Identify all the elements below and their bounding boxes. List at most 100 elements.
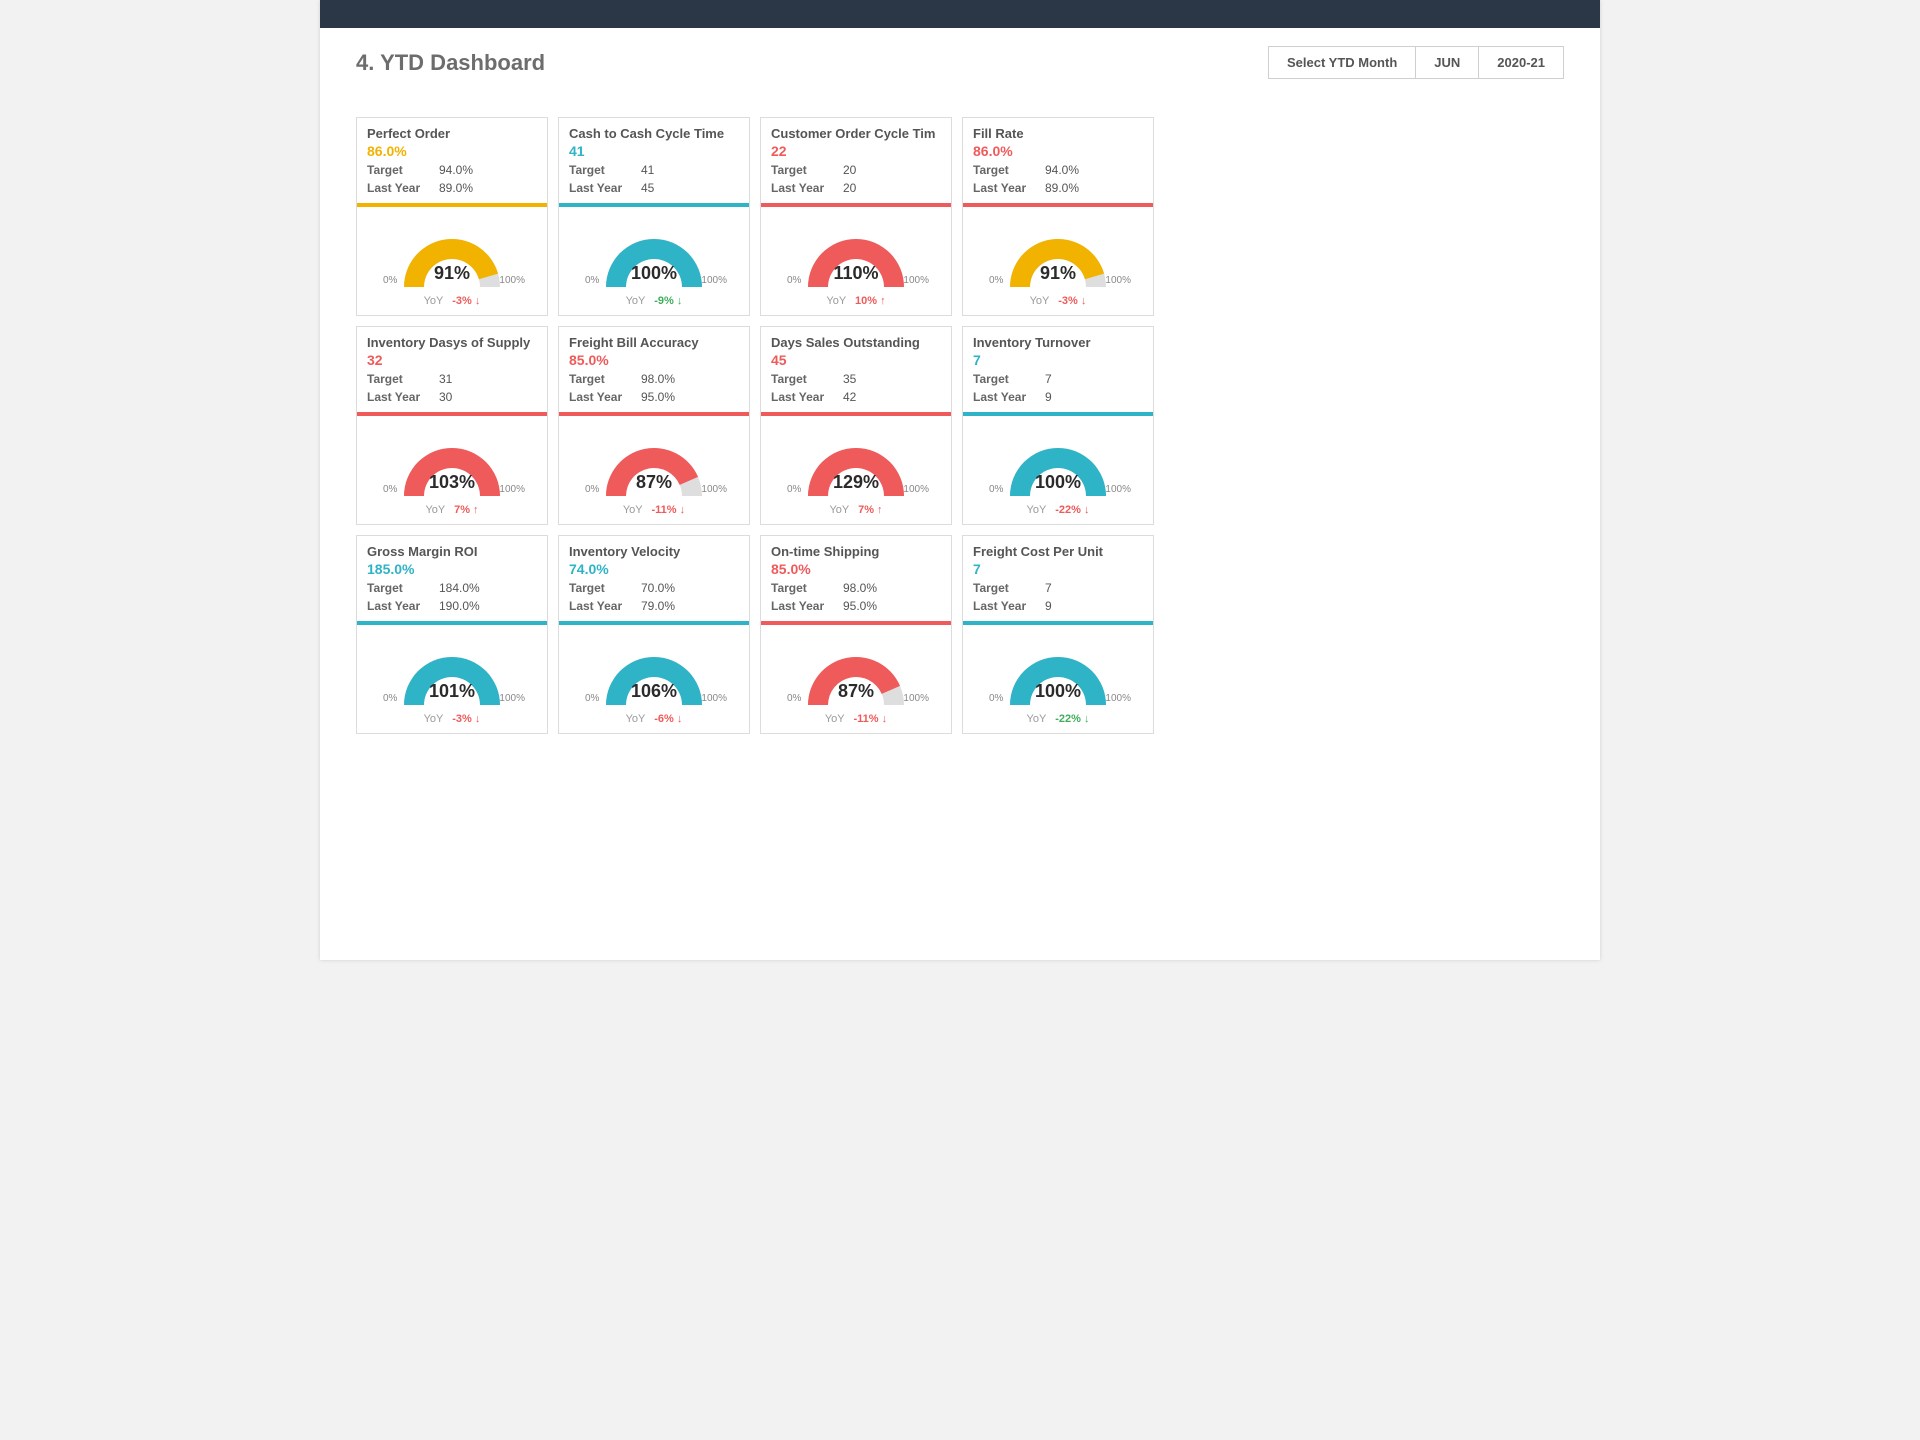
kpi-card-inventory-velocity: Inventory Velocity 74.0% Target 70.0% La… xyxy=(558,535,750,734)
kpi-lastyear-row: Last Year 89.0% xyxy=(367,181,537,195)
gauge-value-label: 101% xyxy=(377,681,527,702)
yoy-delta: -11% ↓ xyxy=(854,713,888,725)
gauge-body: 0% 100% 87% xyxy=(579,426,729,504)
kpi-value: 74.0% xyxy=(569,561,739,577)
gauge-body: 0% 100% 101% xyxy=(377,635,527,713)
kpi-title: On-time Shipping xyxy=(771,544,941,559)
gauge-chart: 0% 100% 91% YoY -3% ↓ xyxy=(963,207,1153,315)
kpi-target-row: Target 98.0% xyxy=(771,581,941,595)
kpi-value: 85.0% xyxy=(569,352,739,368)
ytd-year-select[interactable]: 2020-21 xyxy=(1478,47,1563,78)
gauge-body: 0% 100% 91% xyxy=(983,217,1133,295)
yoy-row: YoY 7% ↑ xyxy=(829,504,882,516)
ytd-selector: Select YTD Month JUN 2020-21 xyxy=(1268,46,1564,79)
kpi-grid: Perfect Order 86.0% Target 94.0% Last Ye… xyxy=(320,87,1600,754)
kpi-card-freight-bill-accuracy: Freight Bill Accuracy 85.0% Target 98.0%… xyxy=(558,326,750,525)
kpi-value: 7 xyxy=(973,561,1143,577)
lastyear-value: 95.0% xyxy=(641,390,675,404)
gauge-body: 0% 100% 129% xyxy=(781,426,931,504)
ytd-month-select[interactable]: JUN xyxy=(1415,47,1478,78)
kpi-lastyear-row: Last Year 79.0% xyxy=(569,599,739,613)
lastyear-label: Last Year xyxy=(973,599,1045,613)
lastyear-label: Last Year xyxy=(367,181,439,195)
dashboard-page: 4. YTD Dashboard Select YTD Month JUN 20… xyxy=(320,0,1600,960)
yoy-row: YoY -22% ↓ xyxy=(1027,713,1090,725)
lastyear-label: Last Year xyxy=(569,181,641,195)
kpi-card-on-time-shipping: On-time Shipping 85.0% Target 98.0% Last… xyxy=(760,535,952,734)
gauge-body: 0% 100% 103% xyxy=(377,426,527,504)
yoy-label: YoY xyxy=(424,295,444,307)
kpi-value: 7 xyxy=(973,352,1143,368)
gauge-value-label: 91% xyxy=(377,263,527,284)
kpi-title: Perfect Order xyxy=(367,126,537,141)
lastyear-label: Last Year xyxy=(771,390,843,404)
lastyear-label: Last Year xyxy=(367,599,439,613)
target-label: Target xyxy=(973,163,1045,177)
lastyear-label: Last Year xyxy=(367,390,439,404)
lastyear-label: Last Year xyxy=(569,599,641,613)
yoy-delta: 10% ↑ xyxy=(855,295,886,307)
kpi-header: Inventory Dasys of Supply 32 Target 31 L… xyxy=(357,327,547,412)
target-value: 35 xyxy=(843,372,856,386)
kpi-header: Fill Rate 86.0% Target 94.0% Last Year 8… xyxy=(963,118,1153,203)
yoy-label: YoY xyxy=(829,504,849,516)
gauge-chart: 0% 100% 106% YoY -6% ↓ xyxy=(559,625,749,733)
kpi-target-row: Target 98.0% xyxy=(569,372,739,386)
kpi-title: Freight Cost Per Unit xyxy=(973,544,1143,559)
yoy-row: YoY -3% ↓ xyxy=(424,295,481,307)
kpi-header: Days Sales Outstanding 45 Target 35 Last… xyxy=(761,327,951,412)
gauge-chart: 0% 100% 103% YoY 7% ↑ xyxy=(357,416,547,524)
yoy-delta: -11% ↓ xyxy=(652,504,686,516)
yoy-row: YoY -11% ↓ xyxy=(825,713,887,725)
gauge-chart: 0% 100% 100% YoY -22% ↓ xyxy=(963,416,1153,524)
gauge-value-label: 100% xyxy=(983,472,1133,493)
gauge-body: 0% 100% 100% xyxy=(579,217,729,295)
kpi-lastyear-row: Last Year 20 xyxy=(771,181,941,195)
kpi-card-freight-cost-per-unit: Freight Cost Per Unit 7 Target 7 Last Ye… xyxy=(962,535,1154,734)
gauge-body: 0% 100% 87% xyxy=(781,635,931,713)
gauge-body: 0% 100% 91% xyxy=(377,217,527,295)
kpi-target-row: Target 184.0% xyxy=(367,581,537,595)
target-value: 20 xyxy=(843,163,856,177)
kpi-target-row: Target 20 xyxy=(771,163,941,177)
kpi-target-row: Target 94.0% xyxy=(367,163,537,177)
kpi-target-row: Target 41 xyxy=(569,163,739,177)
lastyear-value: 9 xyxy=(1045,599,1052,613)
yoy-delta: -6% ↓ xyxy=(654,713,682,725)
kpi-title: Cash to Cash Cycle Time xyxy=(569,126,739,141)
kpi-card-inventory-turnover: Inventory Turnover 7 Target 7 Last Year … xyxy=(962,326,1154,525)
lastyear-value: 20 xyxy=(843,181,856,195)
kpi-target-row: Target 7 xyxy=(973,581,1143,595)
yoy-row: YoY 7% ↑ xyxy=(425,504,478,516)
yoy-delta: -9% ↓ xyxy=(654,295,682,307)
target-label: Target xyxy=(771,372,843,386)
gauge-body: 0% 100% 100% xyxy=(983,426,1133,504)
kpi-lastyear-row: Last Year 9 xyxy=(973,599,1143,613)
gauge-value-label: 91% xyxy=(983,263,1133,284)
yoy-delta: 7% ↑ xyxy=(858,504,882,516)
kpi-header: Inventory Velocity 74.0% Target 70.0% La… xyxy=(559,536,749,621)
gauge-chart: 0% 100% 110% YoY 10% ↑ xyxy=(761,207,951,315)
kpi-title: Freight Bill Accuracy xyxy=(569,335,739,350)
target-value: 7 xyxy=(1045,581,1052,595)
yoy-label: YoY xyxy=(425,504,445,516)
yoy-delta: -22% ↓ xyxy=(1055,713,1089,725)
target-label: Target xyxy=(973,372,1045,386)
lastyear-label: Last Year xyxy=(771,599,843,613)
lastyear-value: 79.0% xyxy=(641,599,675,613)
gauge-value-label: 100% xyxy=(983,681,1133,702)
kpi-title: Inventory Turnover xyxy=(973,335,1143,350)
yoy-row: YoY -3% ↓ xyxy=(424,713,481,725)
page-title: 4. YTD Dashboard xyxy=(356,50,545,76)
lastyear-label: Last Year xyxy=(973,390,1045,404)
gauge-chart: 0% 100% 100% YoY -22% ↓ xyxy=(963,625,1153,733)
target-label: Target xyxy=(367,581,439,595)
yoy-label: YoY xyxy=(626,295,646,307)
kpi-title: Days Sales Outstanding xyxy=(771,335,941,350)
target-label: Target xyxy=(973,581,1045,595)
target-value: 70.0% xyxy=(641,581,675,595)
gauge-chart: 0% 100% 87% YoY -11% ↓ xyxy=(559,416,749,524)
kpi-value: 45 xyxy=(771,352,941,368)
top-bar xyxy=(320,0,1600,28)
gauge-chart: 0% 100% 100% YoY -9% ↓ xyxy=(559,207,749,315)
